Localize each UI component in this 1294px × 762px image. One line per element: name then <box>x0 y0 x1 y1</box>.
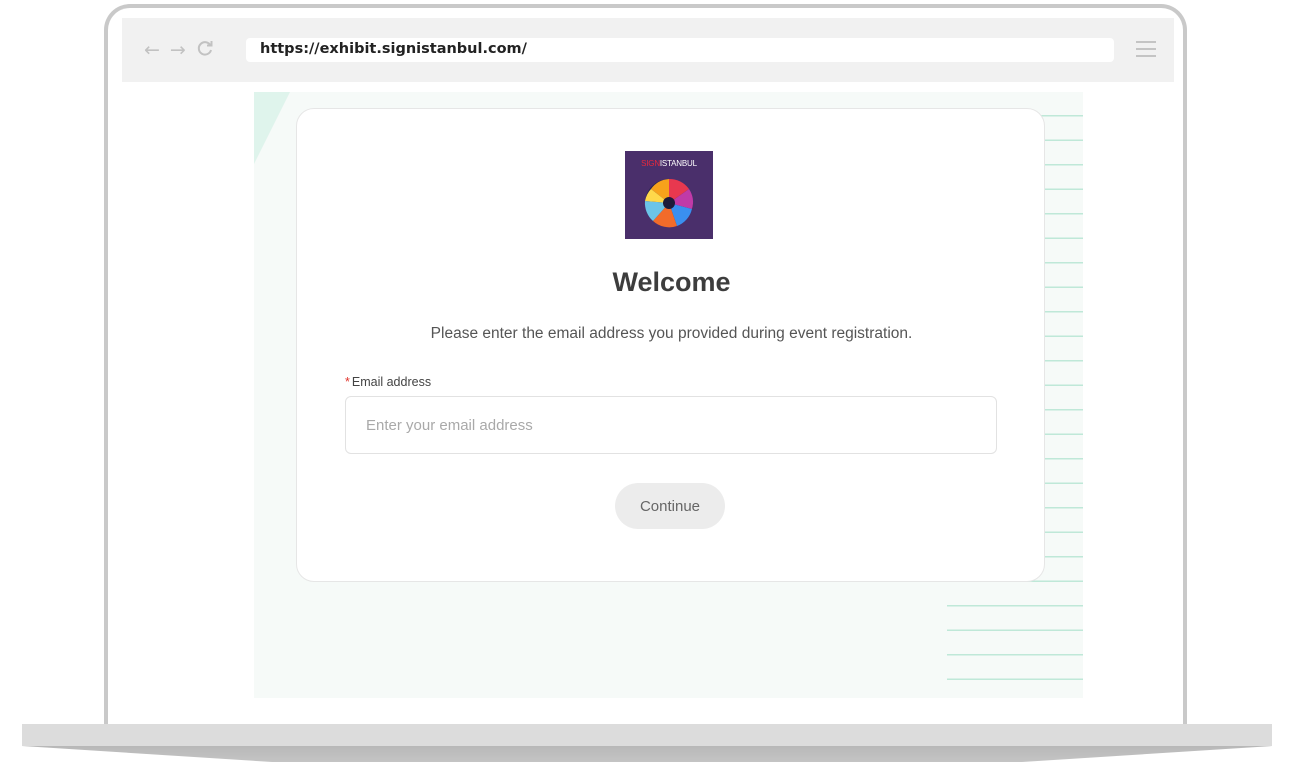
login-card: SIGNISTANBUL Welcome Please enter the em… <box>296 108 1045 582</box>
sign-istanbul-logo: SIGNISTANBUL <box>625 151 713 239</box>
required-asterisk: * <box>345 375 350 389</box>
laptop-base <box>22 724 1272 762</box>
address-bar[interactable]: https://exhibit.signistanbul.com/ <box>246 38 1114 62</box>
laptop-screen: ← → https://exhibit.signistanbul.com/ SI… <box>104 4 1187 728</box>
email-input[interactable] <box>345 396 997 454</box>
email-label: * Email address <box>345 375 432 389</box>
instructions-text: Please enter the email address you provi… <box>430 325 913 342</box>
forward-arrow-icon[interactable]: → <box>170 39 186 61</box>
hamburger-menu-icon[interactable] <box>1136 41 1156 57</box>
url-text: https://exhibit.signistanbul.com/ <box>260 41 527 57</box>
nav-controls: ← → <box>144 38 214 62</box>
decorative-corner-shape <box>254 92 290 164</box>
reload-icon[interactable] <box>196 39 214 62</box>
browser-toolbar: ← → https://exhibit.signistanbul.com/ <box>122 18 1174 82</box>
welcome-heading: Welcome <box>612 267 731 297</box>
continue-button[interactable]: Continue <box>615 483 725 529</box>
page-content: SIGNISTANBUL Welcome Please enter the em… <box>254 92 1083 698</box>
back-arrow-icon[interactable]: ← <box>144 39 160 61</box>
